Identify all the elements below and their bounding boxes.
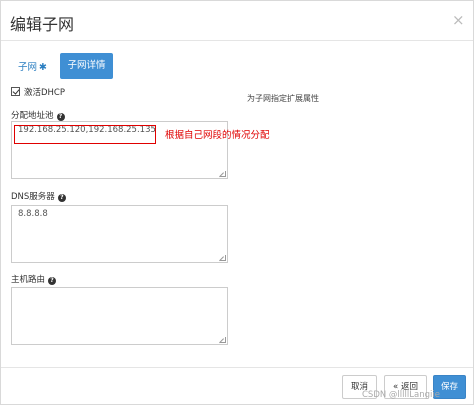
close-icon[interactable]: × [452,11,465,29]
required-star-icon: ✱ [39,62,47,73]
pool-label: 分配地址池 [11,111,54,121]
tab-subnet-label: 子网 [18,62,38,73]
dns-label-row: DNS服务器? [11,190,66,202]
annotation-text: 根据自己网段的情况分配 [165,130,270,141]
footer-divider [1,367,473,368]
highlight-box [14,125,156,144]
dialog-title: 编辑子网 [10,15,75,34]
tab-subnet[interactable]: 子网 ✱ [18,59,47,73]
resize-handle-icon[interactable] [220,337,226,343]
resize-handle-icon[interactable] [220,255,226,261]
help-text: 为子网指定扩展属性 [247,94,319,103]
host-routes-label: 主机路由 [11,275,46,285]
dhcp-checkbox-row: 激活DHCP [11,86,65,98]
help-icon[interactable]: ? [48,277,57,285]
pool-label-row: 分配地址池? [11,109,65,121]
dns-value: 8.8.8.8 [18,209,48,219]
help-icon[interactable]: ? [57,194,66,202]
edit-subnet-dialog: 编辑子网 × 子网 ✱ 子网详情 激活DHCP 为子网指定扩展属性 分配地址池? … [0,0,474,405]
help-icon[interactable]: ? [56,113,65,121]
host-routes-textarea[interactable] [11,287,228,345]
host-routes-label-row: 主机路由? [11,273,57,285]
dhcp-label: 激活DHCP [24,88,65,98]
watermark: CSDN @lllllLangiie [362,390,440,400]
resize-handle-icon[interactable] [220,171,226,177]
dns-label: DNS服务器 [11,192,55,202]
dialog-header: 编辑子网 × [1,1,473,41]
tab-subnet-detail[interactable]: 子网详情 [60,53,113,79]
dhcp-checkbox[interactable] [11,87,20,96]
dns-textarea[interactable]: 8.8.8.8 [11,205,228,263]
